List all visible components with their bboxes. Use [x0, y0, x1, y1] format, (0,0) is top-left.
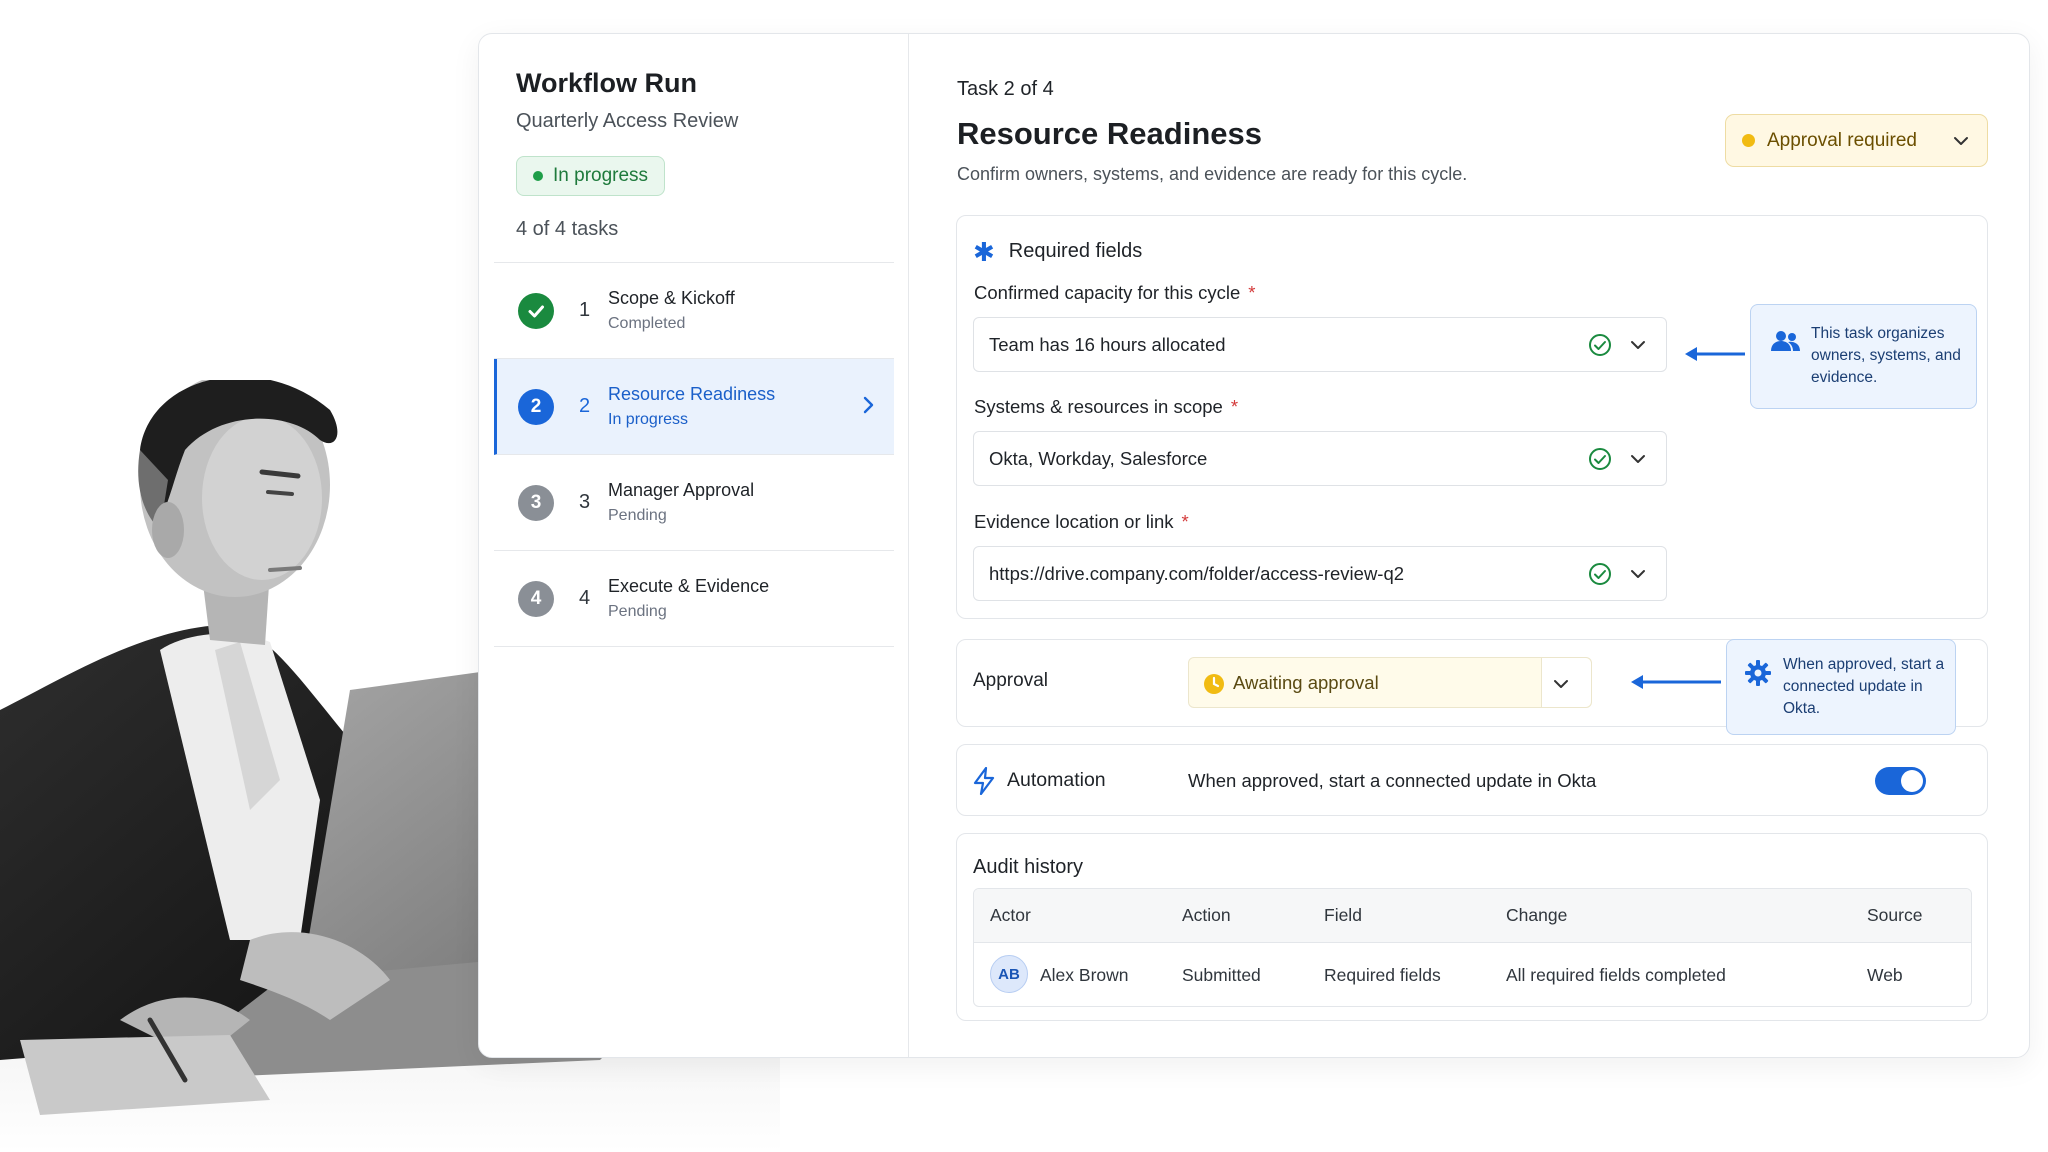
workflow-subtitle: Quarterly Access Review [516, 110, 739, 132]
chevron-down-icon [1554, 680, 1568, 688]
cell-change: All required fields completed [1506, 965, 1726, 985]
workflow-sidebar: Workflow Run Quarterly Access Review In … [479, 34, 909, 1057]
avatar: AB [990, 955, 1028, 993]
chevron-down-icon [1954, 137, 1968, 145]
field-label-capacity: Confirmed capacity for this cycle * [974, 282, 1256, 304]
step-number: 1 [579, 299, 591, 321]
step-name: Resource Readiness [608, 384, 776, 404]
audit-history-title: Audit history [973, 856, 1084, 878]
step-badge: 4 [518, 581, 554, 617]
audit-history-card: Audit history Actor Action Field Change … [956, 833, 1988, 1021]
step-state: In progress [608, 411, 689, 428]
cell-source: Web [1867, 965, 1903, 985]
cell-action: Submitted [1182, 965, 1261, 985]
table-header: Actor Action Field Change Source [974, 889, 1971, 943]
approval-label: Approval [973, 670, 1048, 691]
column-header-action: Action [1182, 905, 1231, 925]
column-header-source: Source [1867, 905, 1923, 925]
step-number: 3 [579, 491, 591, 513]
cell-field: Required fields [1324, 965, 1441, 985]
systems-select[interactable]: Okta, Workday, Salesforce [973, 431, 1667, 486]
evidence-link-field[interactable]: https://drive.company.com/folder/access-… [973, 546, 1667, 601]
chevron-down-icon [1631, 455, 1645, 463]
check-circle-icon [1589, 563, 1611, 585]
check-icon [518, 293, 554, 329]
field-label-text: Evidence location or link [974, 511, 1174, 532]
evidence-value: https://drive.company.com/folder/access-… [989, 562, 1405, 584]
task-detail-panel: Task 2 of 4 Resource Readiness Confirm o… [909, 34, 2029, 1057]
automation-card: Automation When approved, start a connec… [956, 744, 1988, 816]
step-name: Manager Approval [608, 480, 755, 500]
task-info-text: This task organizes owners, systems, and… [1811, 325, 1961, 386]
step-state: Completed [608, 315, 686, 332]
arrow-left-icon [1631, 675, 1721, 689]
step-state: Pending [608, 507, 667, 524]
column-header-actor: Actor [990, 905, 1031, 925]
task-description: Confirm owners, systems, and evidence ar… [957, 164, 1468, 184]
required-asterisk: * [1248, 282, 1256, 303]
stage: Workflow Run Quarterly Access Review In … [0, 0, 2048, 1152]
field-label-text: Systems & resources in scope [974, 396, 1223, 417]
automation-label: Automation [1007, 769, 1106, 791]
systems-value: Okta, Workday, Salesforce [989, 447, 1208, 469]
gear-icon [1745, 660, 1771, 686]
step-item-resource-readiness[interactable]: 2 2 Resource Readiness In progress [494, 359, 894, 455]
step-number: 2 [579, 395, 591, 417]
status-dot-icon [533, 171, 543, 181]
column-header-field: Field [1324, 905, 1362, 925]
audit-table: Actor Action Field Change Source AB Alex… [973, 888, 1972, 1007]
workflow-title: Workflow Run [516, 68, 697, 98]
step-item-scope-kickoff[interactable]: 1 Scope & Kickoff Completed [494, 263, 894, 359]
step-item-execute-evidence[interactable]: 4 4 Execute & Evidence Pending [494, 551, 894, 647]
status-badge: In progress [516, 156, 666, 196]
required-asterisk: * [1230, 396, 1239, 417]
check-circle-icon [1589, 448, 1611, 470]
step-list: 1 Scope & Kickoff Completed 2 2 Resource… [494, 262, 894, 647]
step-state: Pending [608, 603, 667, 620]
step-number: 4 [579, 587, 591, 609]
automation-description: When approved, start a connected update … [1188, 770, 1597, 791]
check-circle-icon [1589, 334, 1611, 356]
task-position: Task 2 of 4 [957, 78, 1054, 100]
chevron-down-icon [1631, 341, 1645, 349]
status-badge-label: In progress [553, 165, 649, 186]
column-header-change: Change [1506, 905, 1568, 925]
approval-status-dropdown[interactable]: Awaiting approval [1188, 657, 1592, 708]
step-item-manager-approval[interactable]: 3 3 Manager Approval Pending [494, 455, 894, 551]
warning-dot-icon [1742, 134, 1755, 147]
users-icon [1771, 331, 1800, 351]
field-label-systems: Systems & resources in scope * [974, 396, 1238, 418]
step-name: Scope & Kickoff [608, 288, 735, 308]
field-label-evidence: Evidence location or link * [974, 511, 1189, 533]
task-info-callout: This task organizes owners, systems, and… [1750, 304, 1977, 409]
page-title: Resource Readiness [957, 116, 1262, 151]
cell-actor: Alex Brown [1040, 965, 1129, 985]
chevron-down-icon [1631, 570, 1645, 578]
step-badge: 3 [518, 485, 554, 521]
step-name: Execute & Evidence [608, 576, 770, 596]
capacity-select[interactable]: Team has 16 hours allocated [973, 317, 1667, 372]
approval-status-value: Awaiting approval [1233, 671, 1379, 693]
approval-info-text: When approved, start a connected update … [1783, 656, 1945, 717]
asterisk-icon: ✱ [973, 236, 995, 267]
arrow-left-icon [1685, 347, 1745, 361]
workflow-app: Workflow Run Quarterly Access Review In … [478, 33, 2030, 1058]
chevron-right-icon [863, 396, 874, 414]
capacity-value: Team has 16 hours allocated [989, 333, 1226, 355]
clock-icon [1204, 674, 1224, 694]
required-fields-title: Required fields [1008, 240, 1143, 262]
bolt-icon [973, 767, 995, 795]
step-badge: 2 [518, 389, 554, 425]
approval-info-callout: When approved, start a connected update … [1726, 639, 1956, 735]
required-asterisk: * [1181, 511, 1189, 532]
approval-card: Approval Awaiting approval When approved… [956, 639, 1988, 735]
approval-required-dropdown[interactable]: Approval required [1725, 114, 1988, 167]
automation-toggle[interactable] [1875, 767, 1926, 795]
approval-required-label: Approval required [1767, 129, 1917, 151]
toggle-knob [1901, 770, 1923, 792]
task-count: 4 of 4 tasks [516, 218, 619, 240]
field-label-text: Confirmed capacity for this cycle [974, 282, 1241, 303]
required-fields-heading: ✱ Required fields [973, 236, 1143, 267]
required-fields-card: ✱ Required fields Confirmed capacity for… [956, 215, 1988, 619]
